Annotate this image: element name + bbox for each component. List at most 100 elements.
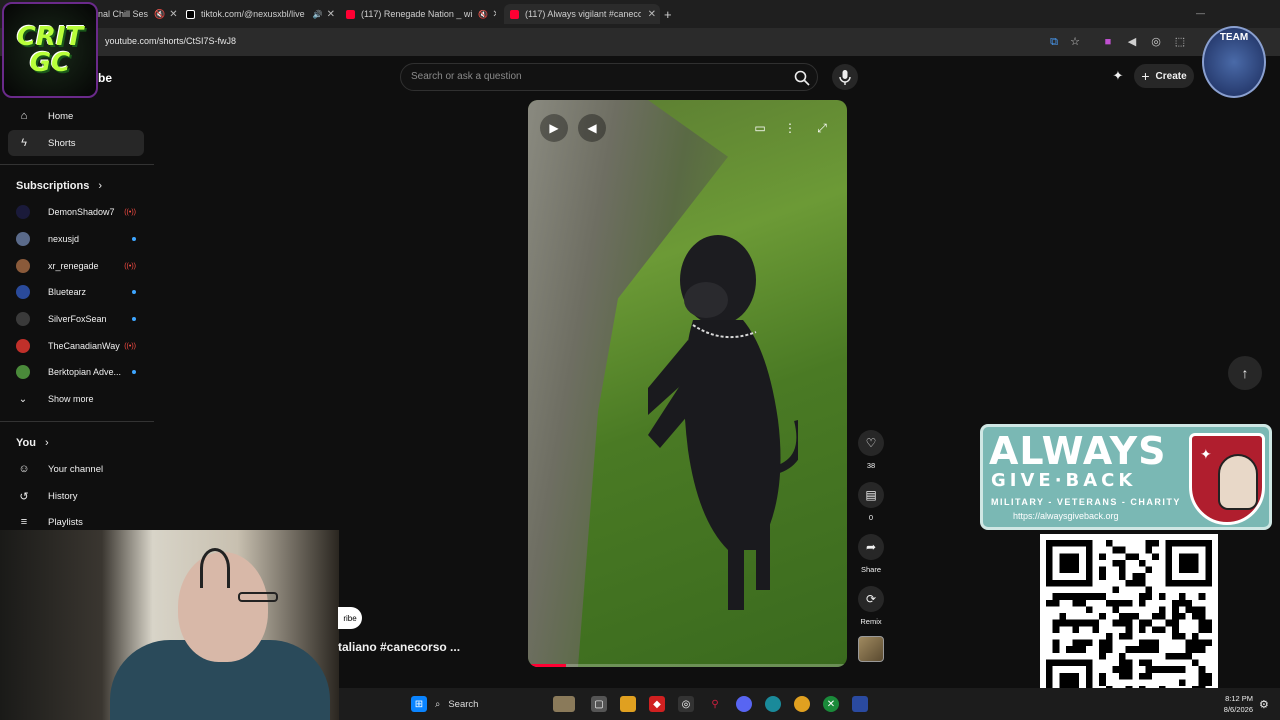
like-count: 38 xyxy=(866,461,876,470)
youtube-logo[interactable]: be xyxy=(98,71,112,85)
new-content-dot xyxy=(132,317,136,321)
video-progress-bar[interactable] xyxy=(528,664,847,667)
live-icon: ((•)) xyxy=(124,342,136,350)
discord-icon[interactable] xyxy=(736,696,752,712)
audio-icon[interactable]: 🔊 xyxy=(313,10,323,19)
voice-search-button[interactable] xyxy=(832,64,858,90)
app-icon[interactable]: ◆ xyxy=(649,696,665,712)
channel-name: nexusjd xyxy=(48,234,80,244)
close-tab-icon[interactable]: ✕ xyxy=(488,9,496,20)
sidebar-item-home[interactable]: ⌂ Home xyxy=(8,103,144,129)
create-button[interactable]: + Create xyxy=(1134,64,1194,88)
bookmark-star-icon[interactable]: ☆ xyxy=(1067,34,1083,50)
share-button[interactable]: ➦ Share xyxy=(858,534,884,574)
extension-icon[interactable]: ■ xyxy=(1100,34,1116,50)
play-button[interactable]: ▶ xyxy=(540,114,568,142)
mute-icon[interactable]: 🔇 xyxy=(154,9,165,20)
plus-icon: + xyxy=(1141,68,1150,84)
clock-time: 8:12 PM xyxy=(1225,694,1253,703)
xbox-icon[interactable]: ✕ xyxy=(823,696,839,712)
sidebar-item-subscription[interactable]: Bluetearz xyxy=(16,282,136,302)
search-icon: ⌕ xyxy=(435,698,441,710)
you-heading[interactable]: You › xyxy=(16,437,49,449)
sidebar-item-subscription[interactable]: SilverFoxSean xyxy=(16,309,136,329)
windows-start-icon[interactable]: ⊞ xyxy=(411,696,427,712)
app-icon[interactable]: ⚲ xyxy=(707,696,723,712)
widget-icon[interactable] xyxy=(553,696,575,712)
history-icon: ↺ xyxy=(19,490,29,503)
video-progress-fill xyxy=(528,664,567,667)
browser-tab[interactable]: nal Chill Ses 🔇 ✕ xyxy=(98,4,178,24)
search-icon[interactable] xyxy=(793,69,811,87)
more-options-icon[interactable]: ⋮ xyxy=(776,114,804,142)
browser-tab[interactable]: tiktok.com/@nexusxbl/live 🔊 ✕ xyxy=(186,4,336,24)
taskbar-clock[interactable]: 8:12 PM 8/6/2026 xyxy=(1213,693,1253,715)
previous-short-button[interactable]: ↑ xyxy=(1228,356,1262,390)
logo-text: GC xyxy=(29,48,71,78)
avatar xyxy=(16,232,30,246)
mute-icon[interactable]: 🔇 xyxy=(478,10,488,19)
search-box[interactable]: Search or ask a question xyxy=(400,63,818,91)
tab-title: (117) Renegade Nation _ wi xyxy=(361,9,473,19)
sidebar-item-your-channel[interactable]: ☺ Your channel xyxy=(8,456,144,482)
comment-icon: ▤ xyxy=(858,482,884,508)
new-tab-button[interactable]: + xyxy=(664,4,678,24)
sidebar-item-history[interactable]: ↺ History xyxy=(8,483,144,509)
comments-button[interactable]: ▤ 0 xyxy=(858,482,884,522)
translate-icon[interactable]: ⧉ xyxy=(1046,34,1062,50)
new-content-dot xyxy=(132,237,136,241)
channel-name: xr_renegade xyxy=(48,261,99,271)
browser-tab-active[interactable]: (117) Always vigilant #canecor ✕ xyxy=(504,4,660,24)
create-label: Create xyxy=(1155,70,1187,82)
file-explorer-icon[interactable] xyxy=(620,696,636,712)
url-field[interactable]: youtube.com/shorts/CtSI7S-fwJ8 xyxy=(105,36,236,46)
sidebar-item-subscription[interactable]: DemonShadow7 ((•)) xyxy=(16,202,136,222)
fullscreen-icon[interactable]: ⤢ xyxy=(808,114,836,142)
audio-icon[interactable]: ◀ xyxy=(1124,34,1140,50)
short-title[interactable]: taliano #canecorso ... xyxy=(338,640,460,654)
crit-gc-logo: CRIT GC xyxy=(2,2,98,98)
sparkle-icon[interactable]: ✦ xyxy=(1110,68,1126,84)
sidebar-item-label: Home xyxy=(48,110,74,122)
remix-button[interactable]: ⟳ Remix xyxy=(858,586,884,626)
sidebar-item-shorts[interactable]: ϟ Shorts xyxy=(8,130,144,156)
task-view-icon[interactable]: ▢ xyxy=(591,696,607,712)
close-tab-icon[interactable]: ✕ xyxy=(323,9,336,20)
sidebar-item-subscription[interactable]: TheCanadianWay ((•)) xyxy=(16,336,136,356)
channel-name: DemonShadow7 xyxy=(48,207,115,217)
comment-count: 0 xyxy=(868,513,874,522)
avatar xyxy=(16,259,30,273)
subscribe-button[interactable]: ribe xyxy=(338,607,362,629)
avatar xyxy=(16,339,30,353)
notification-icon[interactable]: ⚙ xyxy=(1259,698,1269,711)
close-tab-icon[interactable]: ✕ xyxy=(165,9,178,20)
logo-text: TEAM xyxy=(1219,32,1249,43)
search-input[interactable]: Search or ask a question xyxy=(411,71,522,82)
sidebar-item-subscription[interactable]: xr_renegade ((•)) xyxy=(16,256,136,276)
subscriptions-heading[interactable]: Subscriptions › xyxy=(16,180,102,192)
edge-icon[interactable] xyxy=(765,696,781,712)
like-button[interactable]: ♡ 38 xyxy=(858,430,884,470)
browser-essentials-icon[interactable]: ◎ xyxy=(1148,34,1164,50)
sidebar-item-label: Your channel xyxy=(48,463,104,475)
section-heading-label: You xyxy=(16,437,36,449)
audio-thumbnail[interactable] xyxy=(858,636,884,662)
show-more-button[interactable]: ⌄ Show more xyxy=(16,389,136,409)
close-tab-icon[interactable]: ✕ xyxy=(644,9,660,20)
shorts-video-player[interactable]: ▶ ◀ ▭ ⋮ ⤢ xyxy=(528,100,847,667)
playlist-icon: ≡ xyxy=(20,516,28,528)
browser-tab-bar: nal Chill Ses 🔇 ✕ tiktok.com/@nexusxbl/l… xyxy=(0,0,1280,28)
app-icon[interactable] xyxy=(852,696,868,712)
browser-tab[interactable]: (117) Renegade Nation _ wi 🔇 ✕ xyxy=(346,4,496,24)
banner-tagline: MILITARY - VETERANS - CHARITY xyxy=(991,497,1181,507)
extensions-puzzle-icon[interactable]: ⬚ xyxy=(1172,34,1188,50)
taskbar-search[interactable]: ⌕ Search xyxy=(435,694,515,714)
app-icon[interactable]: ◎ xyxy=(678,696,694,712)
sidebar-item-subscription[interactable]: Berktopian Adve... xyxy=(16,362,136,382)
chrome-icon[interactable] xyxy=(794,696,810,712)
channel-name: TheCanadianWay xyxy=(48,341,120,351)
minimize-icon[interactable]: — xyxy=(1196,8,1205,18)
volume-button[interactable]: ◀ xyxy=(578,114,606,142)
sidebar-item-subscription[interactable]: nexusjd xyxy=(16,229,136,249)
captions-icon[interactable]: ▭ xyxy=(746,114,774,142)
